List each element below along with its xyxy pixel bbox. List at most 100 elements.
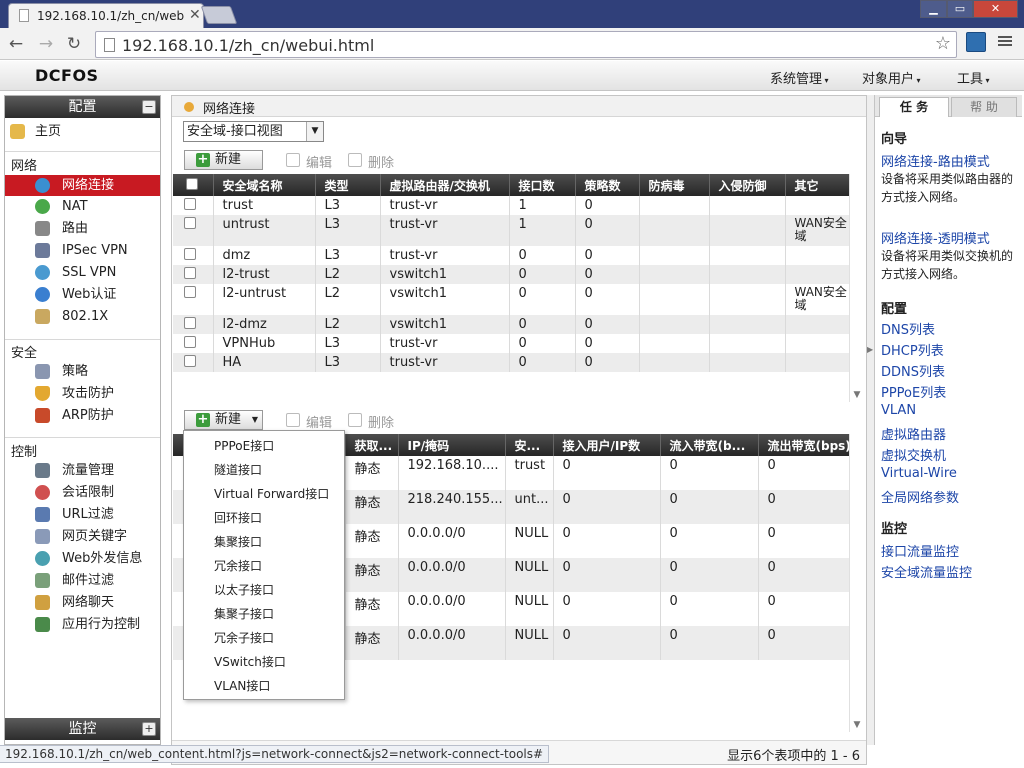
- config-link[interactable]: DDNS列表: [881, 361, 945, 380]
- checkbox[interactable]: [184, 267, 196, 279]
- interface-column-header[interactable]: 接入用户/IP数: [553, 434, 661, 456]
- config-link[interactable]: DHCP列表: [881, 340, 944, 359]
- nav-session-limit[interactable]: 会话限制: [5, 482, 160, 503]
- interface-column-header[interactable]: 流入带宽(b...: [660, 434, 759, 456]
- nav-web-keyword[interactable]: 网页关键字: [5, 526, 160, 547]
- checkbox[interactable]: [184, 355, 196, 367]
- delete-interface-button[interactable]: 删除: [348, 412, 394, 431]
- zone-row[interactable]: l2-dmz L2 vswitch1 0 0: [173, 315, 850, 334]
- bookmark-star-icon[interactable]: ☆: [935, 33, 951, 54]
- interface-column-header[interactable]: IP/掩码: [398, 434, 506, 456]
- nav-attack-defense[interactable]: 攻击防护: [5, 383, 160, 404]
- close-tab-icon[interactable]: ✕: [189, 7, 201, 23]
- wizard-link-route[interactable]: 网络连接-路由模式: [881, 151, 990, 170]
- zone-table-scrollbar[interactable]: ▼: [849, 174, 865, 402]
- zone-column-header[interactable]: 类型: [315, 174, 381, 196]
- collapse-icon[interactable]: −: [142, 100, 156, 114]
- menu-item[interactable]: 集聚子接口: [214, 605, 274, 622]
- zone-column-header[interactable]: 虚拟路由器/交换机: [380, 174, 510, 196]
- nav-web-posting[interactable]: Web外发信息: [5, 548, 160, 569]
- new-tab-button[interactable]: [200, 6, 238, 24]
- maximize-button[interactable]: ▭: [947, 0, 973, 18]
- zone-column-header[interactable]: 其它: [785, 174, 850, 196]
- row-checkbox[interactable]: [173, 353, 214, 372]
- interface-column-header[interactable]: 获取...: [345, 434, 399, 456]
- config-link[interactable]: Virtual-Wire: [881, 466, 957, 481]
- new-zone-button[interactable]: + 新建: [184, 150, 263, 170]
- minimize-button[interactable]: ▁: [920, 0, 947, 18]
- menu-item[interactable]: 回环接口: [214, 509, 262, 526]
- menu-tools[interactable]: 工具 ▾: [957, 68, 990, 87]
- expand-icon[interactable]: +: [142, 722, 156, 736]
- row-checkbox[interactable]: [173, 265, 214, 284]
- view-select[interactable]: 安全域-接口视图 ▼: [183, 121, 324, 142]
- zone-column-header[interactable]: 接口数: [509, 174, 576, 196]
- row-checkbox[interactable]: [173, 215, 214, 246]
- row-checkbox[interactable]: [173, 334, 214, 353]
- nav-mail-filter[interactable]: 邮件过滤: [5, 570, 160, 591]
- edit-zone-button[interactable]: 编辑: [286, 152, 332, 171]
- interface-column-header[interactable]: 安...: [505, 434, 554, 456]
- nav-network-connect[interactable]: 网络连接: [5, 175, 160, 196]
- browser-tab[interactable]: 192.168.10.1/zh_cn/web ✕: [8, 3, 204, 28]
- checkbox[interactable]: [184, 286, 196, 298]
- forward-arrow-icon[interactable]: →: [35, 33, 57, 55]
- menu-item[interactable]: PPPoE接口: [214, 437, 274, 454]
- menu-item[interactable]: 冗余子接口: [214, 629, 274, 646]
- scroll-down-icon[interactable]: ▼: [850, 390, 864, 400]
- edit-interface-button[interactable]: 编辑: [286, 412, 332, 431]
- menu-system[interactable]: 系统管理 ▾: [770, 68, 829, 87]
- scroll-down-icon[interactable]: ▼: [850, 720, 864, 730]
- monitor-panel-header[interactable]: 监控 +: [5, 718, 160, 740]
- tab-help[interactable]: 帮 助: [951, 97, 1017, 117]
- nav-ssl-vpn[interactable]: SSL VPN: [5, 262, 160, 283]
- monitor-link-interface-traffic[interactable]: 接口流量监控: [881, 541, 959, 560]
- nav-routing[interactable]: 路由: [5, 218, 160, 239]
- zone-row[interactable]: trust L3 trust-vr 1 0: [173, 196, 850, 215]
- extension-icon[interactable]: [966, 32, 986, 52]
- row-checkbox[interactable]: [173, 196, 214, 215]
- menu-item[interactable]: 集聚接口: [214, 533, 262, 550]
- nav-home[interactable]: 主页: [5, 121, 160, 142]
- menu-item[interactable]: 以太子接口: [214, 581, 274, 598]
- close-window-button[interactable]: ✕: [973, 0, 1018, 18]
- zone-row[interactable]: HA L3 trust-vr 0 0: [173, 353, 850, 372]
- zone-column-header[interactable]: 入侵防御: [709, 174, 786, 196]
- select-all-checkbox[interactable]: [173, 174, 214, 196]
- menu-item[interactable]: 冗余接口: [214, 557, 262, 574]
- interface-column-header[interactable]: 流出带宽(bps): [758, 434, 850, 456]
- config-link[interactable]: 虚拟路由器: [881, 424, 946, 443]
- checkbox[interactable]: [184, 217, 196, 229]
- zone-row[interactable]: untrust L3 trust-vr 1 0 WAN安全域: [173, 215, 850, 246]
- zone-column-header[interactable]: 策略数: [575, 174, 640, 196]
- config-link[interactable]: 虚拟交换机: [881, 445, 946, 464]
- nav-8021x[interactable]: 802.1X: [5, 306, 160, 327]
- zone-row[interactable]: VPNHub L3 trust-vr 0 0: [173, 334, 850, 353]
- monitor-link-zone-traffic[interactable]: 安全域流量监控: [881, 562, 972, 581]
- nav-im-chat[interactable]: 网络聊天: [5, 592, 160, 613]
- nav-arp-defense[interactable]: ARP防护: [5, 405, 160, 426]
- menu-item[interactable]: Virtual Forward接口: [214, 485, 329, 502]
- row-checkbox[interactable]: [173, 284, 214, 315]
- address-bar[interactable]: 192.168.10.1/zh_cn/webui.html ☆: [95, 31, 957, 58]
- zone-row[interactable]: l2-trust L2 vswitch1 0 0: [173, 265, 850, 284]
- browser-menu-icon[interactable]: [998, 34, 1012, 50]
- nav-policy[interactable]: 策略: [5, 361, 160, 382]
- nav-traffic-management[interactable]: 流量管理: [5, 460, 160, 481]
- config-link[interactable]: VLAN: [881, 403, 916, 418]
- new-interface-button[interactable]: + 新建 ▼: [184, 410, 263, 430]
- checkbox[interactable]: [184, 317, 196, 329]
- menu-item[interactable]: VLAN接口: [214, 677, 270, 694]
- config-link[interactable]: DNS列表: [881, 319, 935, 338]
- zone-column-header[interactable]: 安全域名称: [213, 174, 316, 196]
- tab-tasks[interactable]: 任 务: [879, 97, 949, 117]
- back-arrow-icon[interactable]: ←: [5, 33, 27, 55]
- zone-row[interactable]: dmz L3 trust-vr 0 0: [173, 246, 850, 265]
- checkbox[interactable]: [184, 248, 196, 260]
- nav-ipsec-vpn[interactable]: IPSec VPN: [5, 240, 160, 261]
- wizard-link-transparent[interactable]: 网络连接-透明模式: [881, 228, 990, 247]
- nav-nat[interactable]: NAT: [5, 196, 160, 217]
- config-link[interactable]: 全局网络参数: [881, 487, 959, 506]
- delete-zone-button[interactable]: 删除: [348, 152, 394, 171]
- nav-url-filter[interactable]: URL过滤: [5, 504, 160, 525]
